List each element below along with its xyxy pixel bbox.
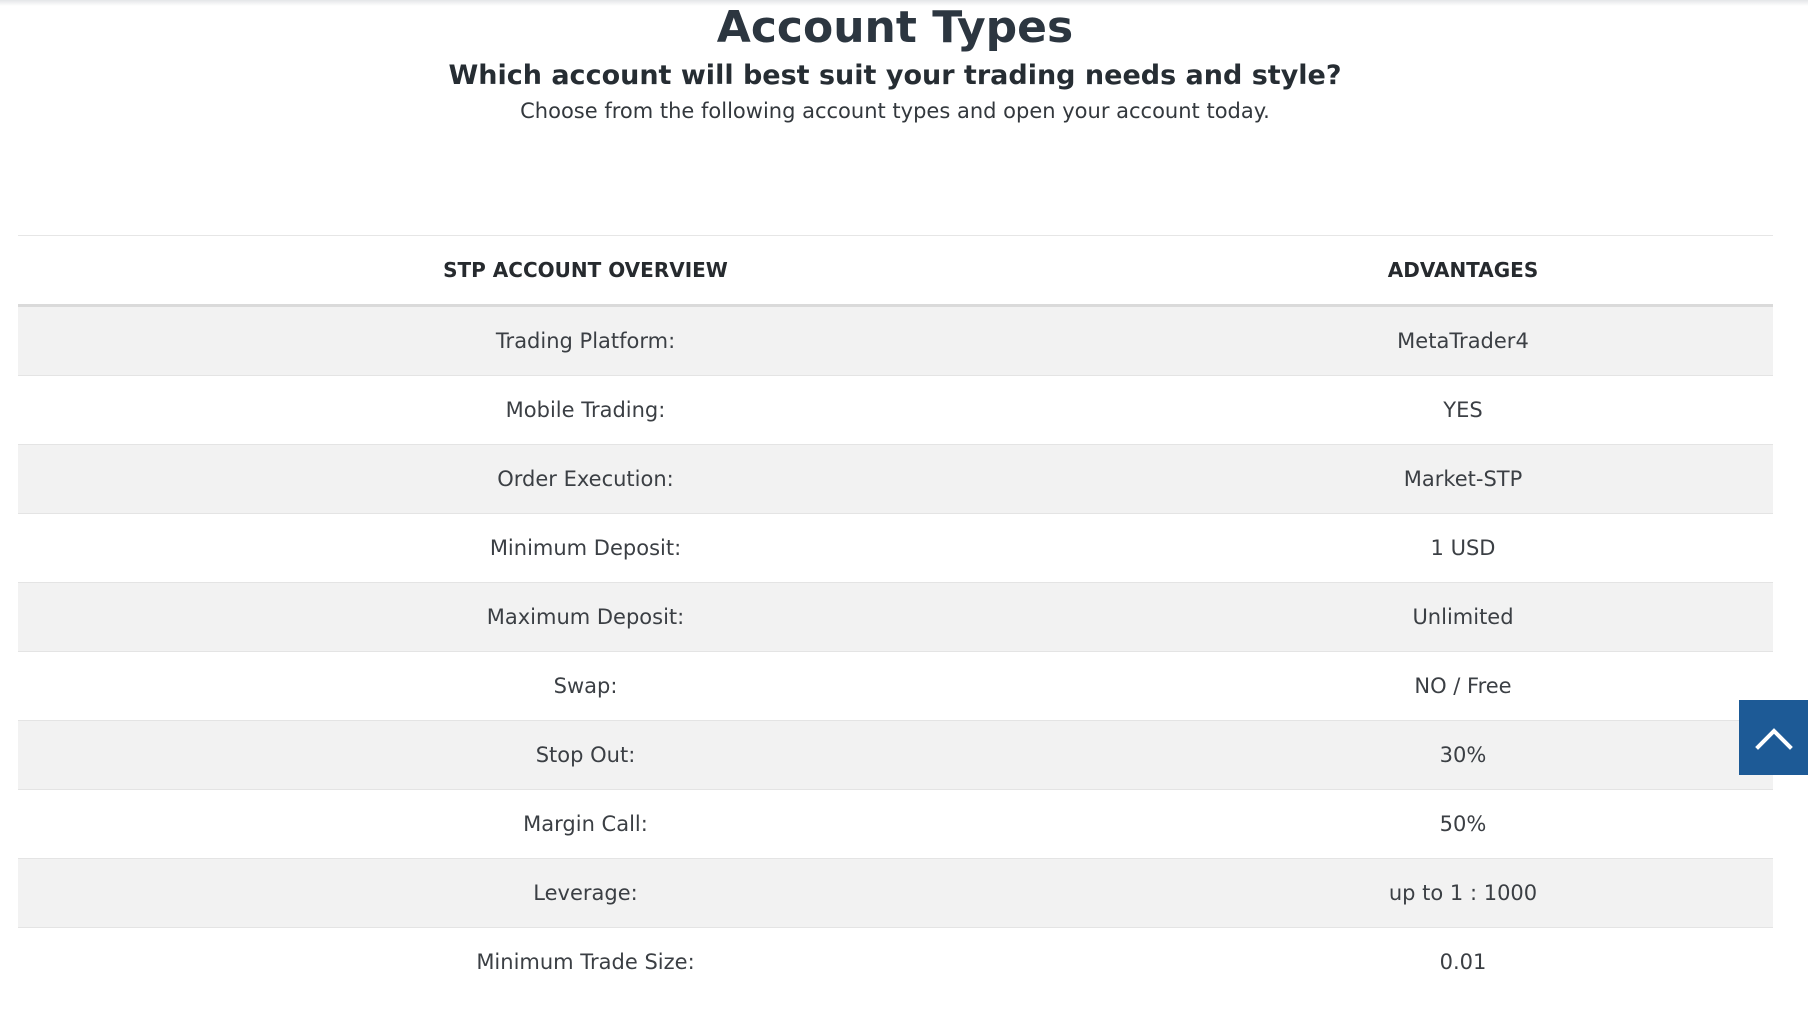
table-row: Margin Call: 50% <box>18 789 1773 859</box>
row-value: MetaTrader4 <box>1153 305 1773 376</box>
table-row: Order Execution: Market-STP <box>18 444 1773 514</box>
row-value: up to 1 : 1000 <box>1153 858 1773 928</box>
row-label: Leverage: <box>18 858 1153 928</box>
row-label: Trading Platform: <box>18 305 1153 376</box>
table-row: Minimum Deposit: 1 USD <box>18 513 1773 583</box>
account-table: STP ACCOUNT OVERVIEW ADVANTAGES Trading … <box>18 236 1773 996</box>
chevron-up-icon <box>1754 727 1793 750</box>
table-row: Swap: NO / Free <box>18 651 1773 721</box>
row-value: NO / Free <box>1153 651 1773 721</box>
page-intro: Choose from the following account types … <box>520 99 1270 123</box>
column-header-overview: STP ACCOUNT OVERVIEW <box>18 236 1153 307</box>
scroll-to-top-button[interactable] <box>1739 700 1808 775</box>
row-label: Maximum Deposit: <box>18 582 1153 652</box>
table-row: Leverage: up to 1 : 1000 <box>18 858 1773 928</box>
page: Account Types Which account will best su… <box>0 0 1808 1036</box>
row-value: 0.01 <box>1153 927 1773 996</box>
row-label: Stop Out: <box>18 720 1153 790</box>
table-row: Maximum Deposit: Unlimited <box>18 582 1773 652</box>
page-subtitle: Which account will best suit your tradin… <box>448 60 1342 91</box>
row-label: Minimum Deposit: <box>18 513 1153 583</box>
heading-section: Account Types Which account will best su… <box>0 0 1790 128</box>
row-value: 30% <box>1153 720 1773 790</box>
row-label: Swap: <box>18 651 1153 721</box>
table-header-row: STP ACCOUNT OVERVIEW ADVANTAGES <box>18 236 1773 307</box>
row-label: Order Execution: <box>18 444 1153 514</box>
table-row: Minimum Trade Size: 0.01 <box>18 927 1773 996</box>
row-value: Market-STP <box>1153 444 1773 514</box>
table-row: Mobile Trading: YES <box>18 375 1773 445</box>
page-title: Account Types <box>716 2 1074 53</box>
row-label: Margin Call: <box>18 789 1153 859</box>
row-label: Mobile Trading: <box>18 375 1153 445</box>
row-value: Unlimited <box>1153 582 1773 652</box>
row-value: YES <box>1153 375 1773 445</box>
table-row: Trading Platform: MetaTrader4 <box>18 305 1773 376</box>
row-value: 50% <box>1153 789 1773 859</box>
row-value: 1 USD <box>1153 513 1773 583</box>
row-label: Minimum Trade Size: <box>18 927 1153 996</box>
column-header-advantages: ADVANTAGES <box>1153 236 1773 307</box>
table-row: Stop Out: 30% <box>18 720 1773 790</box>
account-table-wrapper: STP ACCOUNT OVERVIEW ADVANTAGES Trading … <box>18 235 1773 996</box>
